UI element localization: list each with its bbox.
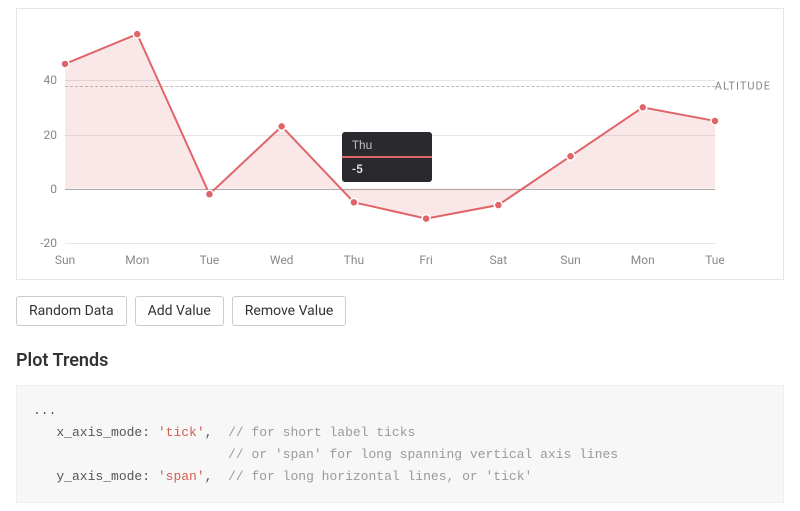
x-axis-tick: Mon	[631, 253, 655, 267]
remove-value-button[interactable]: Remove Value	[232, 296, 347, 326]
code-comment: // for short label ticks	[228, 425, 415, 440]
data-point[interactable]	[422, 215, 430, 223]
series-svg	[65, 26, 715, 243]
code-block: ... x_axis_mode: 'tick', // for short la…	[16, 385, 784, 503]
x-axis-tick: Sun	[55, 253, 75, 267]
data-point[interactable]	[278, 122, 286, 130]
code-string: 'tick'	[158, 425, 205, 440]
data-point[interactable]	[133, 30, 141, 38]
data-point[interactable]	[711, 117, 719, 125]
code-key: x_axis_mode:	[56, 425, 150, 440]
data-point[interactable]	[639, 103, 647, 111]
code-comment: // for long horizontal lines, or 'tick'	[228, 469, 532, 484]
button-row: Random Data Add Value Remove Value	[16, 296, 784, 326]
marker-label: ALTITUDE	[715, 79, 771, 92]
plot-area: -2002040ALTITUDESunMonTueWedThuFriSatSun…	[65, 26, 715, 243]
x-axis-tick: Mon	[125, 253, 149, 267]
code-ellipsis: ...	[33, 403, 56, 418]
random-data-button[interactable]: Random Data	[16, 296, 127, 326]
x-axis-tick: Wed	[270, 253, 294, 267]
gridline	[65, 243, 715, 244]
y-axis-tick: 20	[21, 128, 57, 142]
data-point[interactable]	[61, 60, 69, 68]
x-axis-tick: Fri	[419, 253, 432, 267]
section-title: Plot Trends	[16, 350, 784, 371]
data-point[interactable]	[567, 152, 575, 160]
chart-container: -20 0 20 40 ALTITUDE Sun Mon Tue Wed Thu Fri Sat Sun…	[16, 8, 784, 280]
data-point[interactable]	[350, 198, 358, 206]
x-axis-tick: Thu	[344, 253, 364, 267]
y-axis-tick: -20	[21, 236, 57, 250]
data-point[interactable]	[494, 201, 502, 209]
code-key: y_axis_mode:	[56, 469, 150, 484]
code-comment: // or 'span' for long spanning vertical …	[228, 447, 618, 462]
add-value-button[interactable]: Add Value	[135, 296, 224, 326]
code-string: 'span'	[158, 469, 205, 484]
line-chart: -2002040ALTITUDESunMonTueWedThuFriSatSun…	[25, 21, 775, 271]
x-axis-tick: Tue	[200, 253, 220, 267]
y-axis-tick: 0	[21, 182, 57, 196]
x-axis-tick: Tue	[705, 253, 725, 267]
x-axis-tick: Sun	[560, 253, 580, 267]
x-axis-tick: Sat	[490, 253, 508, 267]
y-axis-tick: 40	[21, 73, 57, 87]
data-point[interactable]	[205, 190, 213, 198]
